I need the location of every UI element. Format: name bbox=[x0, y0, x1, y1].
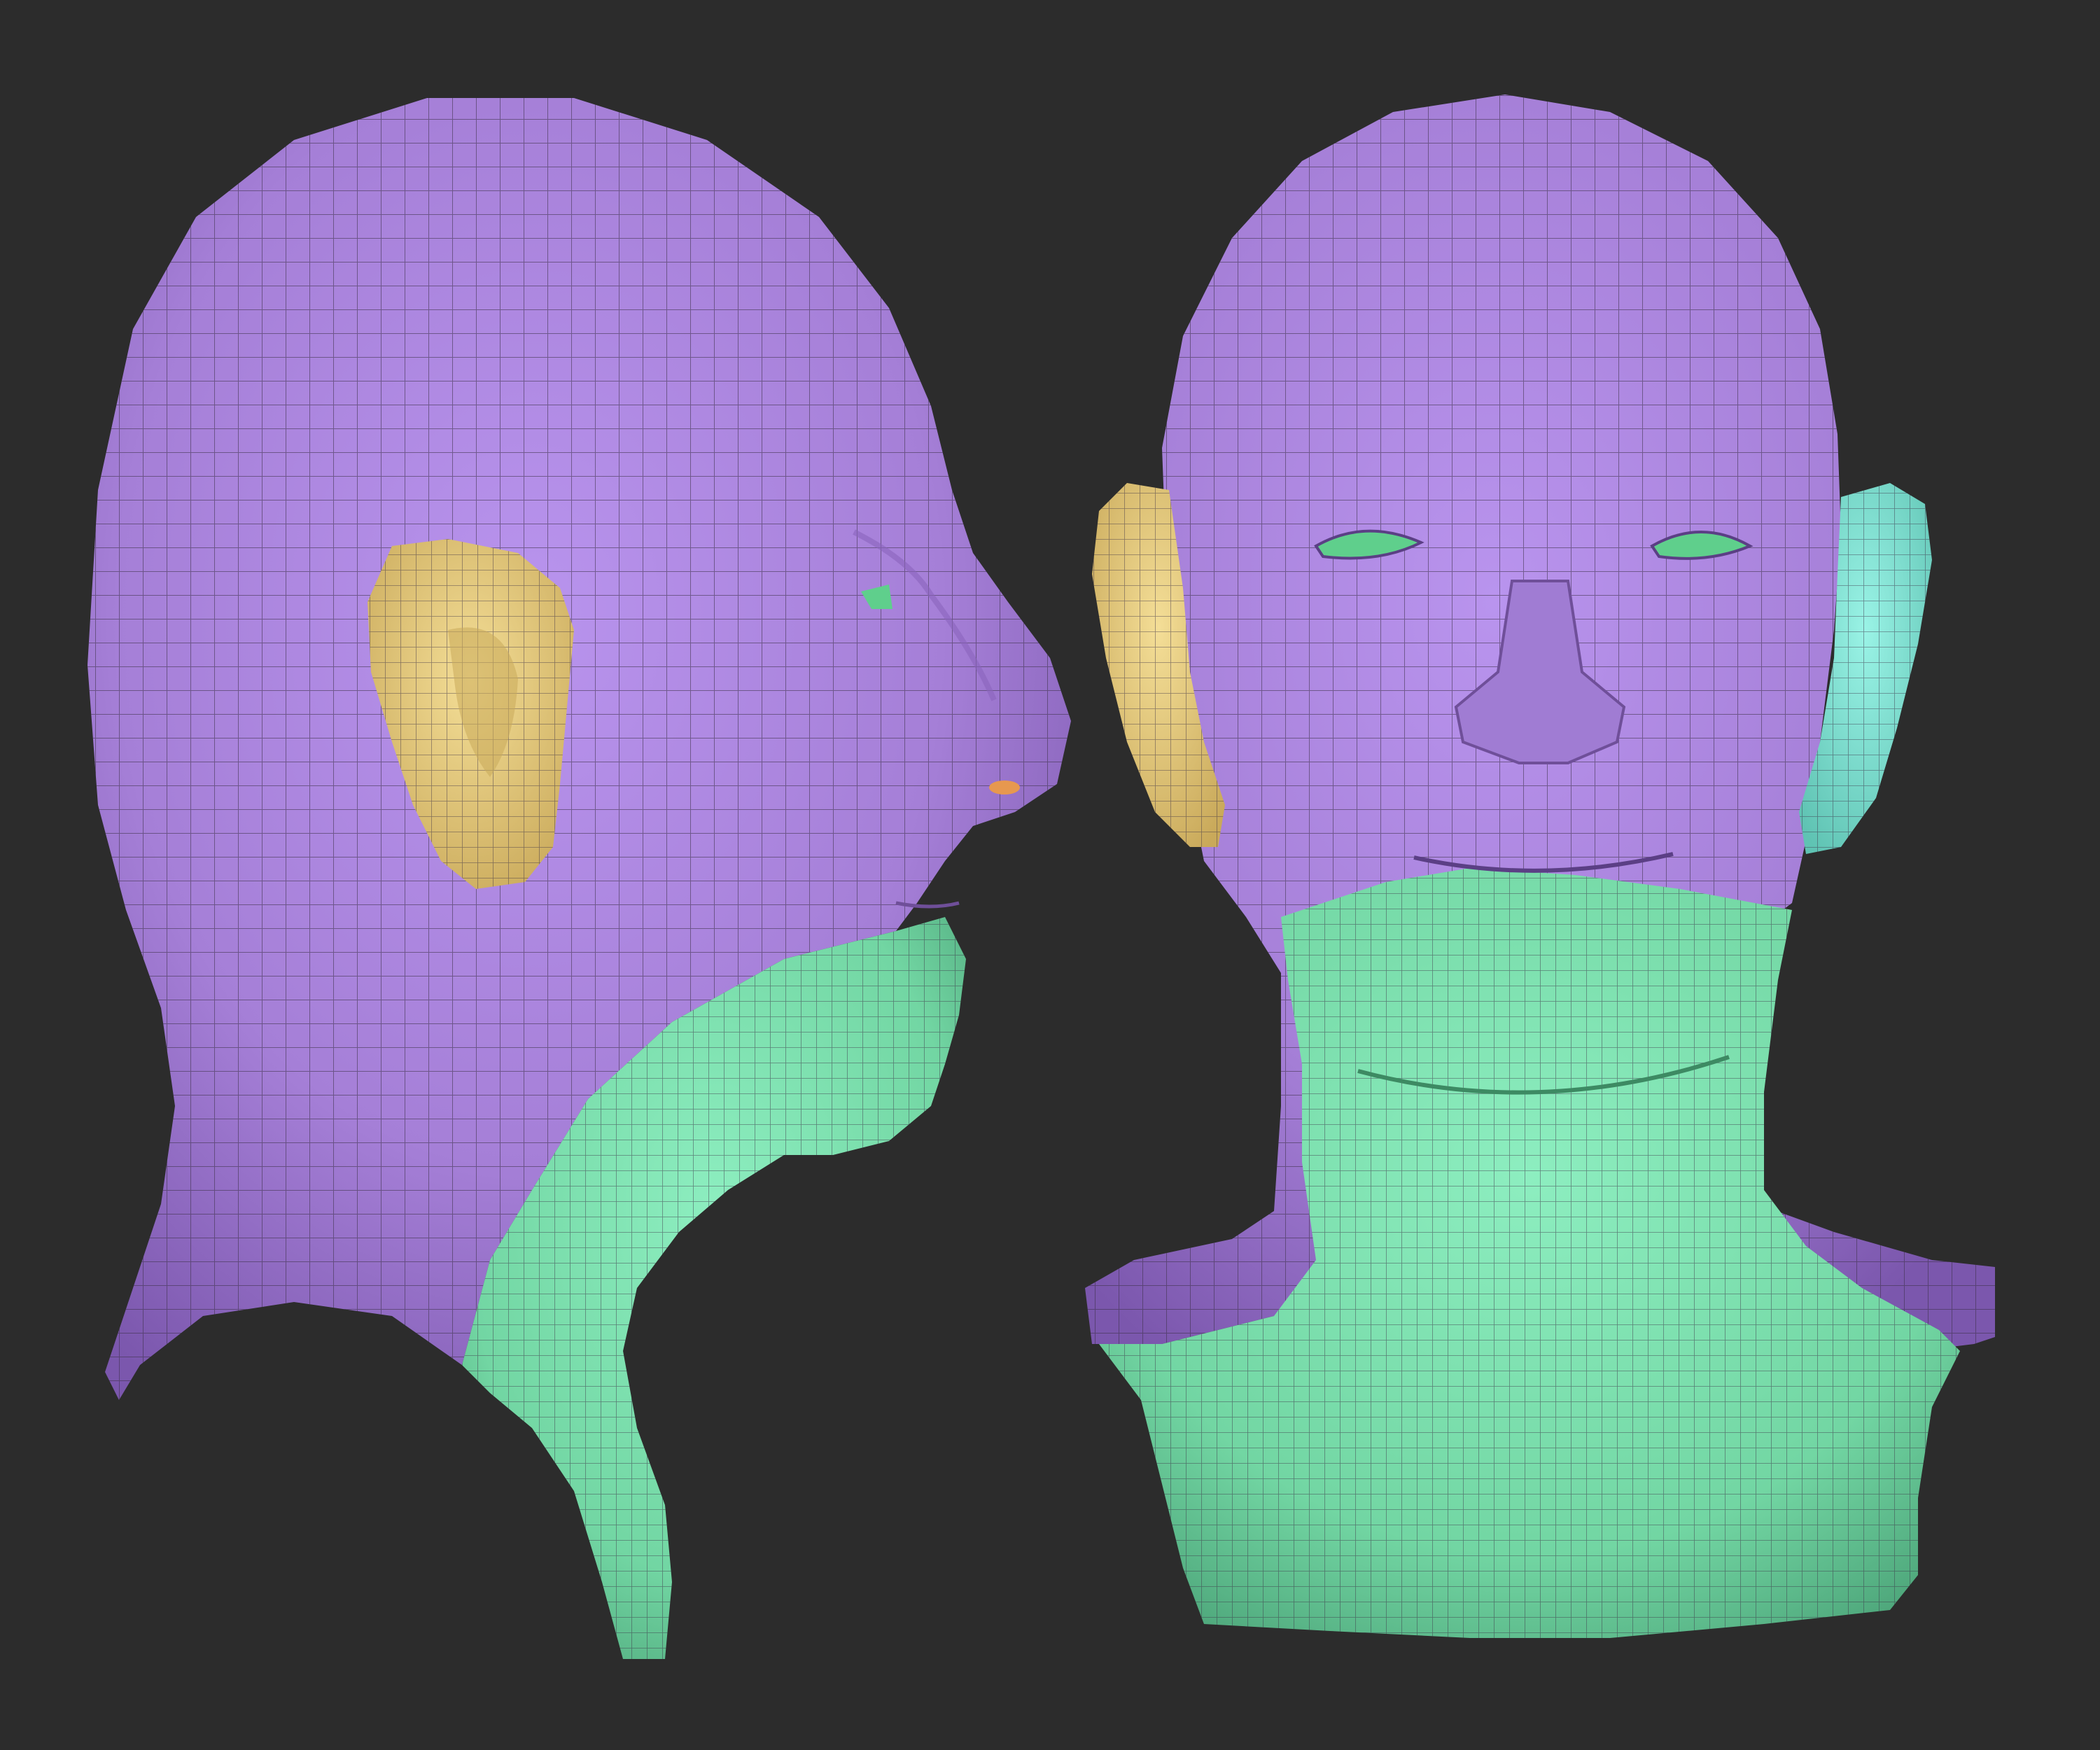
side-profile-model[interactable] bbox=[88, 98, 1071, 1659]
sculpt-render bbox=[88, 94, 1995, 1659]
front-model[interactable] bbox=[1085, 94, 1995, 1638]
3d-viewport[interactable] bbox=[0, 0, 2100, 1750]
side-nostril bbox=[989, 780, 1020, 794]
